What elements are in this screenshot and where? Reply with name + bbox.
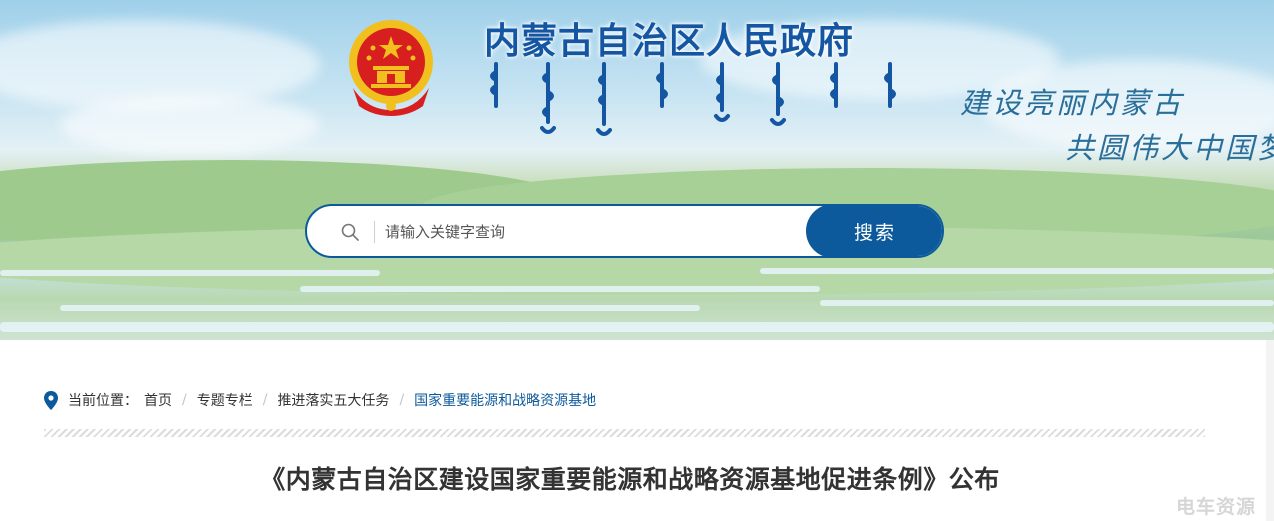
breadcrumb-current-energy-base[interactable]: 国家重要能源和战略资源基地	[414, 390, 596, 410]
cloud	[60, 95, 320, 155]
header-banner: 内蒙古自治区人民政府 建设亮丽内蒙古 共圆伟大中国梦 搜索	[0, 0, 1274, 340]
mongolian-title-icon	[490, 62, 896, 136]
breadcrumb-separator: /	[182, 392, 187, 408]
article-title: 《内蒙古自治区建设国家重要能源和战略资源基地促进条例》公布	[260, 465, 1000, 494]
watermark: 电车资源	[1175, 496, 1256, 518]
river	[760, 268, 1274, 274]
search-icon	[341, 223, 359, 241]
breadcrumb-five-tasks[interactable]: 推进落实五大任务	[277, 390, 389, 410]
location-pin-icon	[44, 390, 58, 410]
breadcrumb-label: 当前位置：	[68, 393, 138, 409]
search-separator	[374, 221, 375, 243]
breadcrumb-separator: /	[262, 392, 268, 408]
breadcrumb: 当前位置： 首页 / 专题专栏 / 推进落实五大任务 / 国家重要能源和战略资源…	[44, 388, 596, 412]
river	[820, 300, 1274, 306]
search-input[interactable]	[383, 216, 797, 248]
search-button[interactable]: 搜索	[806, 206, 942, 256]
hatched-divider	[44, 429, 1205, 437]
site-title: 内蒙古自治区人民政府	[484, 21, 855, 62]
river	[0, 270, 380, 276]
breadcrumb-home[interactable]: 首页	[144, 390, 172, 410]
national-emblem-icon	[349, 20, 433, 116]
breadcrumb-special-topics[interactable]: 专题专栏	[197, 390, 253, 410]
river	[0, 322, 1274, 332]
river	[300, 286, 820, 292]
slogan-line-2: 共圆伟大中国梦	[1065, 131, 1274, 165]
slogan-line-1: 建设亮丽内蒙古	[960, 86, 1185, 120]
content-panel: 当前位置： 首页 / 专题专栏 / 推进落实五大任务 / 国家重要能源和战略资源…	[0, 340, 1266, 521]
breadcrumb-separator: /	[399, 392, 405, 408]
search-box: 搜索	[305, 204, 944, 258]
river	[60, 305, 700, 311]
